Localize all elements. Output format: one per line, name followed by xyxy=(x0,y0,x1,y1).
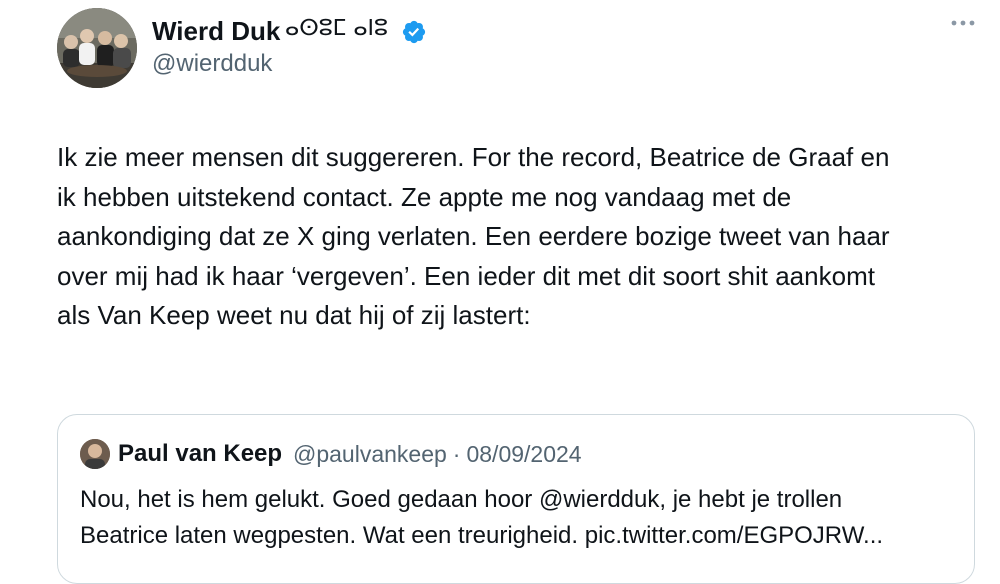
author-avatar-image xyxy=(57,8,137,88)
tweet-text: Ik zie meer mensen dit suggereren. For t… xyxy=(57,142,890,330)
author-handle[interactable]: @wierdduk xyxy=(152,50,272,78)
more-horizontal-icon[interactable] xyxy=(950,18,976,28)
meta-separator: · xyxy=(452,441,461,467)
quoted-tweet-date[interactable]: 08/09/2024 xyxy=(466,441,581,467)
quoted-author-avatar[interactable] xyxy=(80,439,110,469)
quoted-tweet-meta: @paulvankeep · 08/09/2024 xyxy=(293,441,582,468)
quoted-author-handle[interactable]: @paulvankeep xyxy=(293,441,447,467)
author-name[interactable]: Wierd Duk xyxy=(152,16,280,47)
quoted-tweet-text: Nou, het is hem gelukt. Goed gedaan hoor… xyxy=(80,486,884,549)
quoted-author-name[interactable]: Paul van Keep xyxy=(118,440,282,468)
author-avatar[interactable] xyxy=(57,8,137,88)
author-name-script: ⴰⵙⵓⵎ ⴰⵏⵓ xyxy=(285,16,388,41)
quoted-avatar-image xyxy=(80,439,110,469)
verified-badge-icon[interactable] xyxy=(401,19,427,45)
